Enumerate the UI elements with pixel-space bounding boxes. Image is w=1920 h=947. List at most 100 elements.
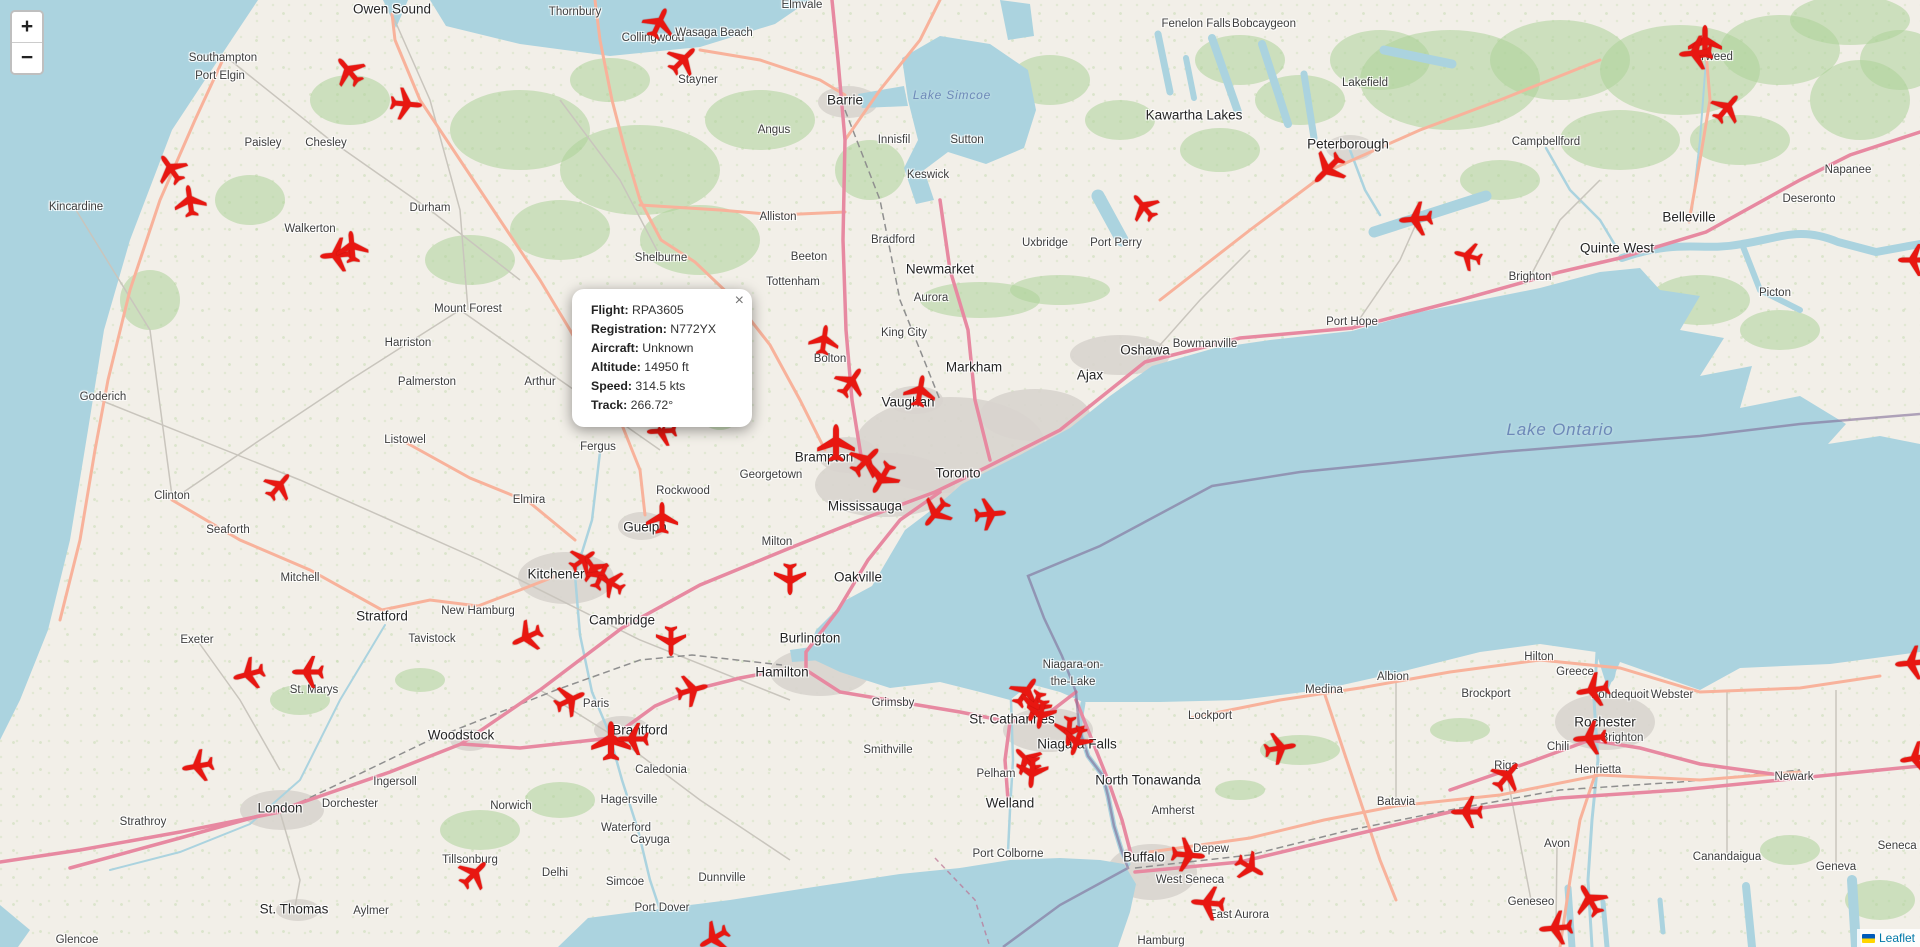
aircraft-marker[interactable]	[1450, 795, 1484, 829]
airplane-icon	[900, 371, 939, 410]
aircraft-marker[interactable]	[1396, 199, 1435, 238]
flight-detail-row: Track: 266.72°	[591, 396, 733, 415]
flight-detail-row: Flight: RPA3605	[591, 301, 733, 320]
airplane-icon	[291, 655, 325, 689]
flight-detail-row: Aircraft: Unknown	[591, 339, 733, 358]
aircraft-marker[interactable]	[1536, 908, 1575, 947]
airplane-icon	[1892, 643, 1920, 682]
aircraft-marker[interactable]	[691, 915, 737, 947]
aircraft-marker[interactable]	[256, 463, 301, 508]
airplane-icon	[1703, 84, 1751, 132]
aircraft-marker[interactable]	[972, 496, 1009, 533]
aircraft-marker[interactable]	[325, 47, 373, 95]
aircraft-marker[interactable]	[655, 625, 687, 657]
airplane-icon	[1536, 908, 1575, 947]
airplane-icon	[1483, 752, 1531, 800]
aircraft-marker[interactable]	[1572, 669, 1614, 711]
airplane-icon	[1188, 883, 1227, 922]
airplane-icon	[1897, 243, 1920, 277]
airplane-icon	[827, 358, 874, 405]
aircraft-marker[interactable]	[1483, 752, 1531, 800]
attribution-bar: Leaflet	[1857, 929, 1920, 947]
flight-popup-content: Flight: RPA3605Registration: N772YXAircr…	[591, 301, 733, 415]
airplane-icon	[228, 653, 270, 695]
aircraft-marker[interactable]	[1892, 643, 1920, 682]
aircraft-marker[interactable]	[1260, 728, 1299, 767]
airplane-icon	[691, 915, 737, 947]
airplane-icon	[1168, 835, 1207, 874]
airplane-icon	[773, 562, 807, 596]
aircraft-marker[interactable]	[178, 746, 217, 785]
aircraft-marker[interactable]	[1896, 738, 1920, 777]
airplane-icon	[1396, 199, 1435, 238]
airplane-icon	[1572, 669, 1614, 711]
airplane-icon	[806, 322, 842, 358]
aircraft-marker[interactable]	[645, 501, 679, 535]
zoom-control: + −	[10, 10, 44, 75]
airplane-icon	[972, 496, 1009, 533]
aircraft-marker[interactable]	[228, 653, 270, 695]
zoom-out-button[interactable]: −	[12, 43, 42, 73]
aircraft-marker[interactable]	[388, 86, 425, 123]
airplane-icon	[1450, 238, 1487, 275]
airplane-icon	[1570, 718, 1609, 757]
aircraft-marker[interactable]	[291, 655, 325, 689]
flight-popup: × Flight: RPA3605Registration: N772YXAir…	[572, 289, 752, 427]
airplane-icon	[1228, 845, 1272, 889]
aircraft-marker[interactable]	[900, 371, 939, 410]
aircraft-marker[interactable]	[171, 182, 209, 220]
airplane-icon	[256, 463, 301, 508]
airplane-icon	[334, 229, 371, 266]
airplane-icon	[912, 489, 960, 537]
ukraine-flag-icon	[1862, 934, 1875, 943]
aircraft-marker[interactable]	[334, 229, 371, 266]
flight-detail-row: Altitude: 14950 ft	[591, 358, 733, 377]
aircraft-marker[interactable]	[1703, 84, 1751, 132]
airplane-icon	[450, 850, 498, 898]
flight-detail-row: Speed: 314.5 kts	[591, 377, 733, 396]
airplane-icon	[1121, 184, 1166, 229]
aircraft-marker[interactable]	[450, 850, 498, 898]
aircraft-marker[interactable]	[1168, 835, 1207, 874]
aircraft-marker[interactable]	[1121, 184, 1166, 229]
close-icon[interactable]: ×	[735, 294, 744, 308]
airplane-icon	[178, 746, 217, 785]
aircraft-marker[interactable]	[671, 669, 713, 711]
aircraft-marker[interactable]	[616, 722, 650, 756]
airplane-icon	[636, 0, 681, 45]
aircraft-marker[interactable]	[1014, 754, 1051, 791]
aircraft-marker[interactable]	[912, 489, 960, 537]
airplane-icon	[547, 677, 592, 722]
airplane-icon	[671, 669, 713, 711]
airplane-icon	[645, 501, 679, 535]
airplane-icon	[1260, 728, 1299, 767]
aircraft-marker[interactable]	[636, 0, 681, 45]
flight-detail-row: Registration: N772YX	[591, 320, 733, 339]
airplane-icon	[1450, 795, 1484, 829]
aircraft-marker[interactable]	[1570, 718, 1609, 757]
airplane-icon	[1896, 738, 1920, 777]
airplane-icon	[1014, 754, 1051, 791]
aircraft-layer	[0, 0, 1920, 947]
aircraft-marker[interactable]	[504, 614, 549, 659]
aircraft-marker[interactable]	[1897, 243, 1920, 277]
airplane-icon	[171, 182, 209, 220]
aircraft-marker[interactable]	[1676, 33, 1715, 72]
aircraft-marker[interactable]	[547, 677, 592, 722]
zoom-in-button[interactable]: +	[12, 12, 42, 43]
leaflet-map[interactable]: Owen SoundThornburyCollingwoodWasaga Bea…	[0, 0, 1920, 947]
airplane-icon	[1676, 33, 1715, 72]
aircraft-marker[interactable]	[1228, 845, 1272, 889]
airplane-icon	[1301, 142, 1355, 196]
airplane-icon	[616, 722, 650, 756]
aircraft-marker[interactable]	[773, 562, 807, 596]
aircraft-marker[interactable]	[827, 358, 874, 405]
airplane-icon	[655, 625, 687, 657]
airplane-icon	[325, 47, 373, 95]
aircraft-marker[interactable]	[806, 322, 842, 358]
airplane-icon	[504, 614, 549, 659]
leaflet-link[interactable]: Leaflet	[1879, 931, 1915, 945]
aircraft-marker[interactable]	[1301, 142, 1355, 196]
aircraft-marker[interactable]	[1188, 883, 1227, 922]
aircraft-marker[interactable]	[1450, 238, 1487, 275]
